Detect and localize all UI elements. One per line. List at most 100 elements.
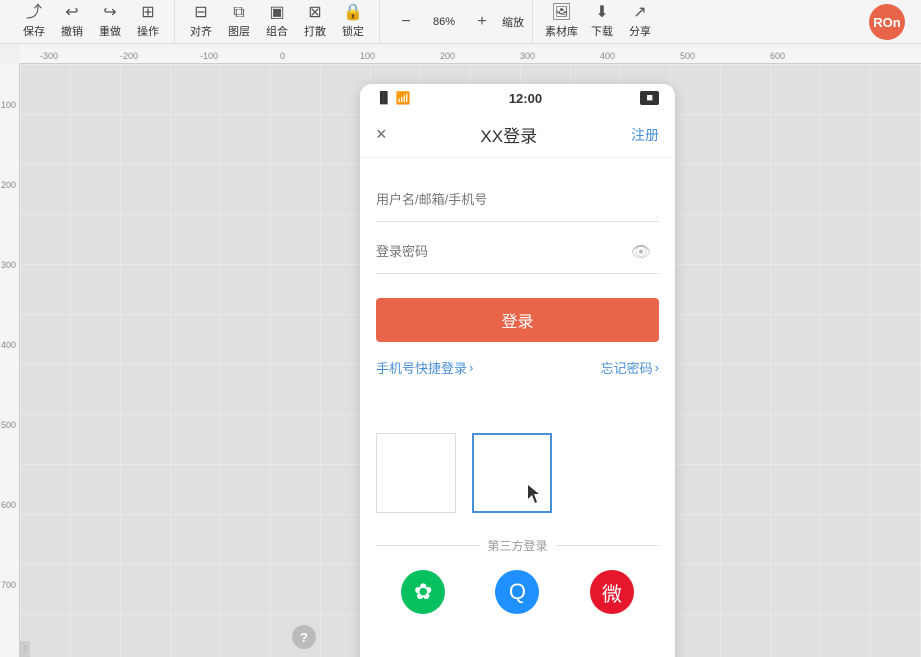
quick-login-text: 手机号快捷登录 [376, 358, 467, 377]
group-icon: ▣ [269, 5, 284, 21]
wechat-login-button[interactable]: ✿ [401, 570, 445, 614]
horizontal-ruler: -300 -200 -100 0 100 200 300 400 500 600 [20, 44, 921, 64]
avatar[interactable]: ROn [869, 4, 905, 40]
v-tick-600: 600 [1, 500, 16, 510]
lock-icon: 🔒 [343, 5, 363, 21]
undo-button[interactable]: ↩ 撤销 [54, 3, 90, 41]
assets-button[interactable]: 🖼 素材库 [541, 3, 582, 41]
zoom-in-button[interactable]: + [464, 12, 500, 32]
share-icon: ↗ [633, 5, 646, 21]
help-label: ? [300, 630, 308, 645]
signal-icon: ▐▌ [376, 92, 392, 104]
toolbar-assets-group: 🖼 素材库 ⬇ 下载 ↗ 分享 [533, 0, 666, 43]
cursor-icon [528, 485, 542, 503]
v-tick-700: 700 [1, 580, 16, 590]
divider-right [556, 545, 660, 546]
scatter-label: 打散 [304, 23, 326, 39]
scatter-icon: ⊠ [308, 5, 321, 21]
ruler-tick-600: 600 [770, 51, 785, 61]
ruler-tick-200: 200 [440, 51, 455, 61]
undo-label: 撤销 [61, 23, 83, 39]
avatar-initials: ROn [873, 15, 900, 30]
status-left: ▐▌ 📶 [376, 91, 411, 105]
group-button[interactable]: ▣ 组合 [259, 3, 295, 41]
forgot-password-link[interactable]: 忘记密码 › [601, 358, 659, 377]
login-button[interactable]: 登录 [376, 298, 659, 342]
zoom-label: 缩放 [502, 14, 524, 30]
wechat-icon: ✿ [414, 579, 432, 605]
lock-button[interactable]: 🔒 锁定 [335, 3, 371, 41]
app-header: × XX登录 注册 [360, 112, 675, 158]
wifi-icon: 📶 [396, 91, 411, 105]
ruler-tick-neg300: -300 [40, 51, 58, 61]
layer-button[interactable]: ⧉ 图层 [221, 3, 257, 41]
layer-label: 图层 [228, 23, 250, 39]
status-right: ■ [640, 91, 659, 105]
qr-section [360, 417, 675, 529]
quick-login-arrow: › [469, 360, 473, 375]
app-title: XX登录 [387, 122, 631, 147]
panel-resize-handle[interactable]: ⋮ [20, 641, 30, 657]
weibo-login-button[interactable]: 微 [590, 570, 634, 614]
toolbar-zoom-group: − 86% + 缩放 [380, 0, 533, 43]
scatter-button[interactable]: ⊠ 打散 [297, 3, 333, 41]
operate-button[interactable]: ⊞ 操作 [130, 3, 166, 41]
zoom-value-display: 86% [426, 14, 462, 30]
save-button[interactable]: ⤴ 保存 [16, 3, 52, 41]
help-button[interactable]: ? [292, 625, 316, 649]
qr-box-plain [376, 433, 456, 513]
qr-box-selected[interactable] [472, 433, 552, 513]
battery-icon: ■ [640, 91, 659, 105]
divider-row: 第三方登录 [376, 537, 659, 554]
toolbar-save-group: ⤴ 保存 ↩ 撤销 ↪ 重做 ⊞ 操作 [8, 0, 175, 43]
zoom-percentage: 86% [433, 16, 455, 28]
group-label: 组合 [266, 23, 288, 39]
username-input-row [376, 178, 659, 222]
redo-icon: ↪ [103, 5, 116, 21]
quick-login-link[interactable]: 手机号快捷登录 › [376, 358, 473, 377]
ruler-tick-0: 0 [280, 51, 285, 61]
layer-icon: ⧉ [233, 5, 244, 21]
align-label: 对齐 [190, 23, 212, 39]
qq-login-button[interactable]: Q [495, 570, 539, 614]
password-input-row: 👁 [376, 230, 659, 274]
save-label: 保存 [23, 23, 45, 39]
assets-icon: 🖼 [551, 5, 571, 21]
password-input[interactable] [376, 244, 659, 259]
status-time: 12:00 [509, 91, 542, 106]
redo-label: 重做 [99, 23, 121, 39]
qq-icon: Q [509, 579, 526, 605]
v-tick-400: 400 [1, 340, 16, 350]
close-button[interactable]: × [376, 124, 387, 145]
zoom-out-button[interactable]: − [388, 12, 424, 32]
phone-mockup: ▐▌ 📶 12:00 ■ × XX登录 注册 👁 登录 [360, 84, 675, 657]
ruler-tick-100: 100 [360, 51, 375, 61]
lock-label: 锁定 [342, 23, 364, 39]
ruler-tick-neg200: -200 [120, 51, 138, 61]
third-party-label: 第三方登录 [488, 537, 548, 554]
canvas-area: ▐▌ 📶 12:00 ■ × XX登录 注册 👁 登录 [20, 64, 921, 657]
share-label: 分享 [629, 23, 651, 39]
ruler-tick-500: 500 [680, 51, 695, 61]
register-button[interactable]: 注册 [631, 125, 659, 145]
align-button[interactable]: ⊟ 对齐 [183, 3, 219, 41]
ruler-tick-400: 400 [600, 51, 615, 61]
eye-icon[interactable]: 👁 [631, 242, 651, 262]
download-button[interactable]: ⬇ 下载 [584, 3, 620, 41]
social-icons: ✿ Q 微 [376, 570, 659, 614]
weibo-icon: 微 [602, 578, 622, 607]
v-tick-300: 300 [1, 260, 16, 270]
redo-button[interactable]: ↪ 重做 [92, 3, 128, 41]
download-label: 下载 [591, 23, 613, 39]
align-icon: ⊟ [194, 5, 207, 21]
forgot-password-arrow: › [655, 360, 659, 375]
quick-links: 手机号快捷登录 › 忘记密码 › [376, 346, 659, 389]
v-tick-500: 500 [1, 420, 16, 430]
third-party-section: 第三方登录 ✿ Q 微 [360, 537, 675, 614]
toolbar-align-group: ⊟ 对齐 ⧉ 图层 ▣ 组合 ⊠ 打散 🔒 锁定 [175, 0, 380, 43]
zoom-out-icon: − [401, 14, 410, 30]
download-icon: ⬇ [595, 5, 608, 21]
share-button[interactable]: ↗ 分享 [622, 3, 658, 41]
toolbar: ⤴ 保存 ↩ 撤销 ↪ 重做 ⊞ 操作 ⊟ 对齐 ⧉ 图层 ▣ 组合 ⊠ [0, 0, 921, 44]
username-input[interactable] [376, 192, 659, 207]
